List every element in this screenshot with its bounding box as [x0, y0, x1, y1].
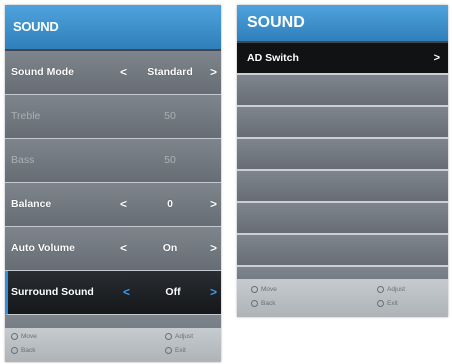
- navigate-icon: [251, 286, 258, 293]
- row-label: Treble: [11, 110, 41, 122]
- chevron-left-icon[interactable]: <: [120, 51, 127, 94]
- empty-row: [237, 75, 448, 107]
- empty-row: [237, 203, 448, 235]
- row-label: AD Switch: [247, 52, 299, 64]
- chevron-left-icon[interactable]: <: [120, 183, 127, 226]
- chevron-left-icon[interactable]: <: [120, 227, 127, 270]
- footer-label: Adjust: [175, 333, 194, 340]
- row-value: 0: [167, 198, 173, 210]
- footer-hint-adjust: Adjust: [377, 286, 405, 293]
- chevron-right-icon[interactable]: >: [210, 271, 217, 314]
- empty-row: [237, 139, 448, 171]
- adjust-icon: [377, 286, 384, 293]
- row-value: 50: [164, 154, 176, 166]
- chevron-left-icon[interactable]: <: [123, 271, 130, 314]
- sound-submenu-panel: SOUND AD Switch > Move Adjust Back Exit: [237, 5, 448, 317]
- footer-label: Exit: [175, 347, 186, 354]
- menu-footer: Move Adjust Back Exit: [237, 279, 448, 317]
- empty-row: [237, 235, 448, 267]
- footer-hint-exit: Exit: [165, 347, 186, 354]
- menu-row-ad-switch[interactable]: AD Switch >: [237, 43, 448, 75]
- menu-footer: Move Adjust Back Exit: [5, 328, 221, 362]
- footer-hint-move: Move: [251, 286, 277, 293]
- footer-label: Move: [261, 286, 277, 293]
- row-label: Surround Sound: [11, 286, 94, 298]
- menu-row-sound-mode[interactable]: Sound Mode < Standard >: [5, 51, 221, 95]
- row-label: Sound Mode: [11, 66, 74, 78]
- footer-label: Move: [21, 333, 37, 340]
- row-value: On: [162, 242, 178, 254]
- adjust-icon: [165, 333, 172, 340]
- menu-row-auto-volume[interactable]: Auto Volume < On >: [5, 227, 221, 271]
- exit-icon: [377, 300, 384, 307]
- menu-row-balance[interactable]: Balance < 0 >: [5, 183, 221, 227]
- footer-label: Exit: [387, 300, 398, 307]
- row-label: Bass: [11, 154, 35, 166]
- footer-label: Back: [21, 347, 36, 354]
- footer-hint-back: Back: [11, 347, 35, 354]
- footer-label: Back: [261, 300, 276, 307]
- exit-icon: [165, 347, 172, 354]
- navigate-icon: [11, 333, 18, 340]
- row-value: 50: [164, 110, 176, 122]
- menu-row-treble: Treble 50: [5, 95, 221, 139]
- row-value: Standard: [147, 66, 193, 78]
- footer-hint-back: Back: [251, 300, 275, 307]
- footer-label: Adjust: [387, 286, 406, 293]
- menu-row-bass: Bass 50: [5, 139, 221, 183]
- chevron-right-icon[interactable]: >: [210, 183, 217, 226]
- footer-hint-exit: Exit: [377, 300, 398, 307]
- back-icon: [251, 300, 258, 307]
- footer-hint-adjust: Adjust: [165, 333, 193, 340]
- row-value: Off: [165, 286, 181, 298]
- empty-row: [237, 171, 448, 203]
- back-icon: [11, 347, 18, 354]
- row-label: Balance: [11, 198, 52, 210]
- chevron-right-icon[interactable]: >: [210, 51, 217, 94]
- menu-title: SOUND: [5, 5, 221, 51]
- footer-hint-move: Move: [11, 333, 37, 340]
- row-label: Auto Volume: [11, 242, 75, 254]
- menu-title: SOUND: [237, 5, 448, 43]
- chevron-right-icon[interactable]: >: [210, 227, 217, 270]
- sound-menu-panel: SOUND Sound Mode < Standard > Treble 50 …: [5, 5, 221, 362]
- empty-row: [237, 107, 448, 139]
- chevron-right-icon[interactable]: >: [434, 43, 440, 73]
- menu-row-surround-sound[interactable]: Surround Sound < Off >: [5, 271, 221, 315]
